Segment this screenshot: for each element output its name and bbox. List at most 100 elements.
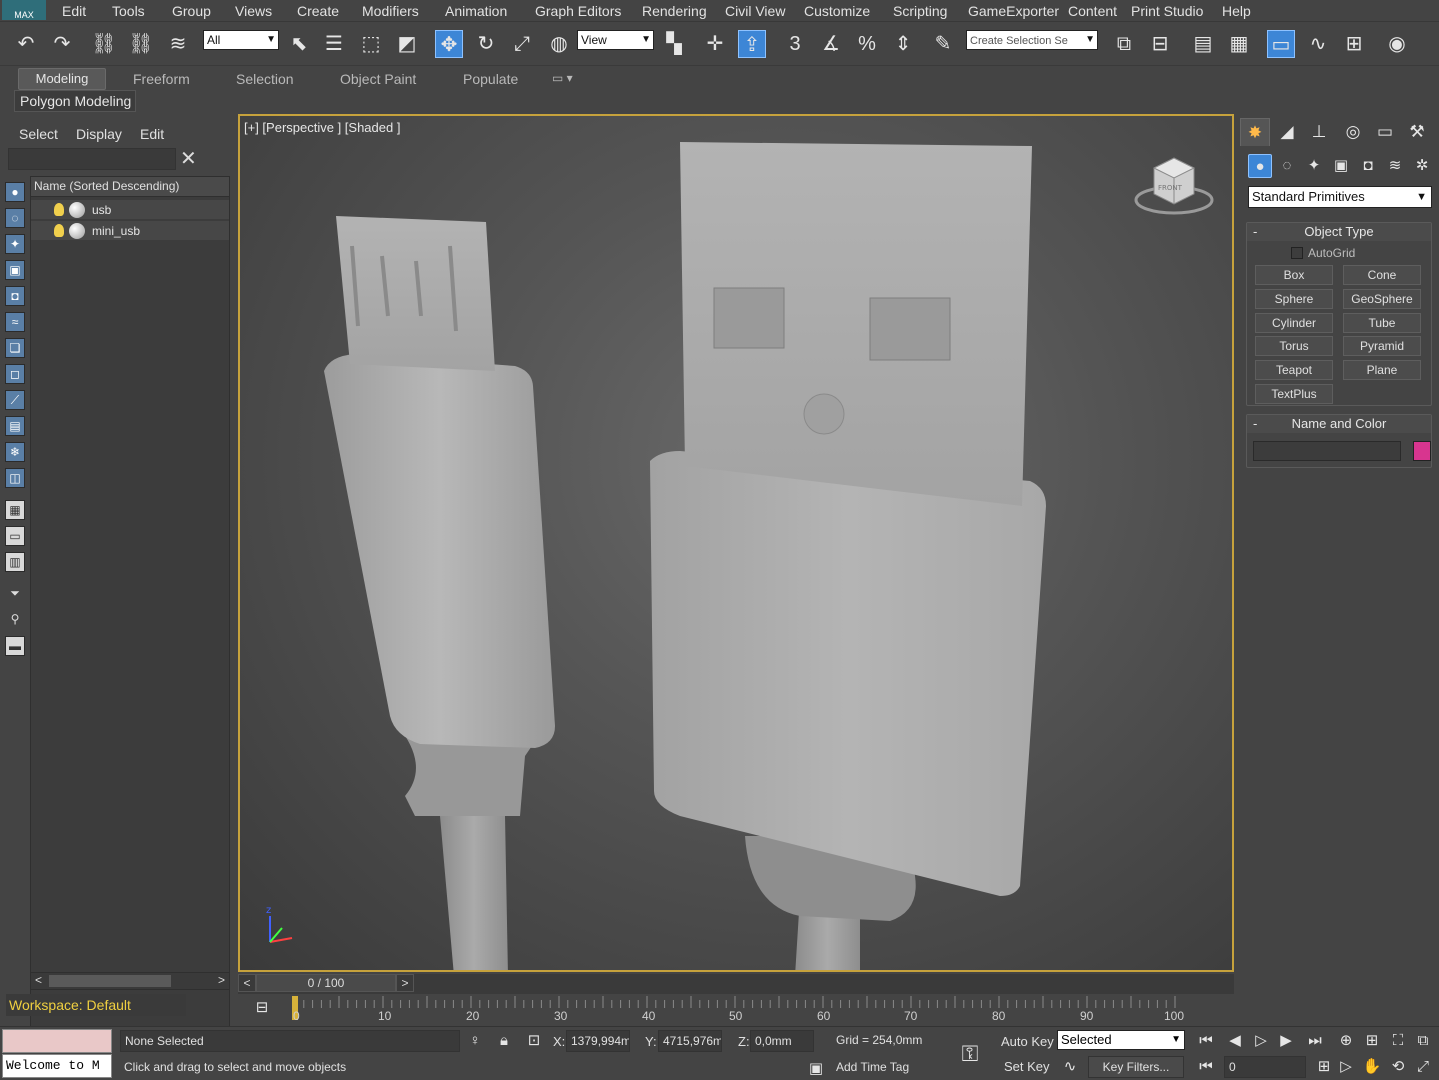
- rectangular-selection-icon[interactable]: ⬚: [357, 30, 385, 58]
- maxscript-listener-input[interactable]: Welcome to M: [2, 1054, 112, 1078]
- textplus-button[interactable]: TextPlus: [1255, 384, 1333, 404]
- maxscript-listener-output[interactable]: [2, 1029, 112, 1053]
- utilities-tab-icon[interactable]: ⚒: [1402, 118, 1432, 146]
- zoom-icon[interactable]: ⊕: [1336, 1031, 1356, 1051]
- time-slider-next-button[interactable]: >: [396, 974, 414, 992]
- mirror-icon[interactable]: ⧉: [1110, 30, 1138, 58]
- hierarchy-tab-icon[interactable]: ⊥: [1304, 118, 1334, 146]
- ribbon-tab-modeling[interactable]: Modeling: [18, 68, 106, 90]
- menu-graph-editors[interactable]: Graph Editors: [535, 3, 621, 19]
- explorer-search-input[interactable]: [8, 148, 176, 170]
- add-time-tag-button[interactable]: Add Time Tag: [832, 1057, 940, 1079]
- create-tab-icon[interactable]: ✸: [1240, 118, 1270, 146]
- display-containers-icon[interactable]: ▤: [5, 416, 25, 436]
- lights-category-icon[interactable]: ✦: [1302, 154, 1326, 178]
- ribbon-options-icon[interactable]: ▭ ▾: [552, 71, 573, 85]
- link-icon[interactable]: ⛓: [90, 30, 118, 58]
- scroll-left-icon[interactable]: <: [35, 973, 42, 987]
- set-key-mode-icon[interactable]: ⚿: [952, 1039, 988, 1069]
- explorer-row[interactable]: mini_usb: [31, 221, 229, 241]
- torus-button[interactable]: Torus: [1255, 336, 1333, 356]
- key-filters-button[interactable]: Key Filters...: [1088, 1056, 1184, 1078]
- set-key-button[interactable]: Set Key: [1004, 1059, 1050, 1074]
- menu-customize[interactable]: Customize: [804, 3, 870, 19]
- modify-tab-icon[interactable]: ◢: [1272, 118, 1302, 146]
- mini-curve-editor-icon[interactable]: ⊟: [252, 998, 272, 1018]
- previous-frame-icon[interactable]: ◀: [1225, 1031, 1245, 1051]
- snaps-toggle-icon[interactable]: 3: [781, 30, 809, 58]
- ribbon-tab-object-paint[interactable]: Object Paint: [340, 71, 416, 87]
- unlink-icon[interactable]: ⛓: [127, 30, 155, 58]
- select-by-name-icon[interactable]: ☰: [320, 30, 348, 58]
- box-button[interactable]: Box: [1255, 265, 1333, 285]
- scrollbar-thumb[interactable]: [49, 975, 171, 987]
- menu-views[interactable]: Views: [235, 3, 272, 19]
- toggle-layer-explorer-icon[interactable]: ▦: [1225, 30, 1253, 58]
- object-category-dropdown[interactable]: Standard Primitives ▼: [1248, 186, 1432, 208]
- workspace-dropdown[interactable]: Workspace: Default: [6, 994, 186, 1016]
- display-hidden-icon[interactable]: ◫: [5, 468, 25, 488]
- zoom-extents-icon[interactable]: ⛶: [1388, 1031, 1408, 1051]
- menu-help[interactable]: Help: [1222, 3, 1251, 19]
- select-object-icon[interactable]: ⬉: [285, 30, 313, 58]
- object-name-input[interactable]: [1253, 441, 1401, 461]
- menu-create[interactable]: Create: [297, 3, 339, 19]
- go-to-end-icon[interactable]: ⏭: [1305, 1031, 1325, 1051]
- ribbon-tab-freeform[interactable]: Freeform: [133, 71, 190, 87]
- toggle-ribbon-icon[interactable]: ▭: [1267, 30, 1295, 58]
- shapes-category-icon[interactable]: ◌: [1275, 154, 1299, 178]
- select-and-move-icon[interactable]: ✥: [435, 30, 463, 58]
- display-spacewarps-icon[interactable]: ≈: [5, 312, 25, 332]
- display-bones-icon[interactable]: ⟋: [5, 390, 25, 410]
- time-configuration-icon[interactable]: ⊞: [1314, 1057, 1334, 1077]
- redo-icon[interactable]: ↷: [48, 30, 76, 58]
- menu-animation[interactable]: Animation: [445, 3, 507, 19]
- object-color-swatch[interactable]: [1413, 441, 1431, 461]
- absolute-mode-icon[interactable]: ⊡: [524, 1031, 544, 1051]
- time-slider-thumb[interactable]: 0 / 100: [256, 974, 396, 992]
- display-groups-icon[interactable]: ❏: [5, 338, 25, 358]
- orbit-icon[interactable]: ⟲: [1388, 1057, 1408, 1077]
- explorer-horizontal-scrollbar[interactable]: < >: [30, 972, 230, 990]
- light-bulb-icon[interactable]: [54, 224, 64, 237]
- angle-snap-icon[interactable]: ∡: [817, 30, 845, 58]
- named-selection-sets-dropdown[interactable]: Create Selection Se ▼: [966, 30, 1098, 50]
- menu-print-studio[interactable]: Print Studio: [1131, 3, 1203, 19]
- menu-gameexporter[interactable]: GameExporter: [968, 3, 1059, 19]
- select-and-rotate-icon[interactable]: ↻: [472, 30, 500, 58]
- display-shapes-icon[interactable]: ◌: [5, 208, 25, 228]
- select-and-place-icon[interactable]: ◍: [545, 30, 573, 58]
- cylinder-button[interactable]: Cylinder: [1255, 313, 1333, 333]
- percent-snap-icon[interactable]: %: [853, 30, 881, 58]
- menu-scripting[interactable]: Scripting: [893, 3, 947, 19]
- window-crossing-icon[interactable]: ◩: [393, 30, 421, 58]
- select-manipulate-icon[interactable]: ✛: [701, 30, 729, 58]
- explorer-menu-select[interactable]: Select: [19, 126, 58, 142]
- display-xrefs-icon[interactable]: ◻: [5, 364, 25, 384]
- default-in-out-tangents-icon[interactable]: ∿: [1060, 1057, 1080, 1077]
- time-slider-prev-button[interactable]: <: [238, 974, 256, 992]
- viewcube[interactable]: FRONT: [1130, 154, 1220, 224]
- undo-icon[interactable]: ↶: [12, 30, 40, 58]
- close-icon[interactable]: ✕: [180, 148, 200, 170]
- display-all-icon[interactable]: ▦: [5, 500, 25, 520]
- display-frozen-icon[interactable]: ❄: [5, 442, 25, 462]
- trackbar[interactable]: ⊟ 0 10 20 30 40 50 60 70 80 90 100: [238, 994, 1234, 1024]
- filter-icon[interactable]: ⏷: [5, 584, 25, 604]
- explorer-menu-display[interactable]: Display: [76, 126, 122, 142]
- scroll-right-icon[interactable]: >: [218, 973, 225, 987]
- autogrid-checkbox[interactable]: [1291, 247, 1303, 259]
- explorer-column-header[interactable]: Name (Sorted Descending): [31, 177, 229, 197]
- curve-editor-icon[interactable]: ∿: [1304, 30, 1332, 58]
- selection-filter-dropdown[interactable]: All ▼: [203, 30, 279, 50]
- z-coord-input[interactable]: 0,0mm: [750, 1030, 814, 1052]
- material-editor-icon[interactable]: ◉: [1383, 30, 1411, 58]
- display-lights-icon[interactable]: ✦: [5, 234, 25, 254]
- systems-category-icon[interactable]: ✲: [1410, 154, 1434, 178]
- reference-coordinate-dropdown[interactable]: View ▼: [577, 30, 654, 50]
- cone-button[interactable]: Cone: [1343, 265, 1421, 285]
- menu-civil-view[interactable]: Civil View: [725, 3, 785, 19]
- menu-edit[interactable]: Edit: [62, 3, 86, 19]
- sync-selection-icon[interactable]: ▬: [5, 636, 25, 656]
- light-bulb-icon[interactable]: [54, 203, 64, 216]
